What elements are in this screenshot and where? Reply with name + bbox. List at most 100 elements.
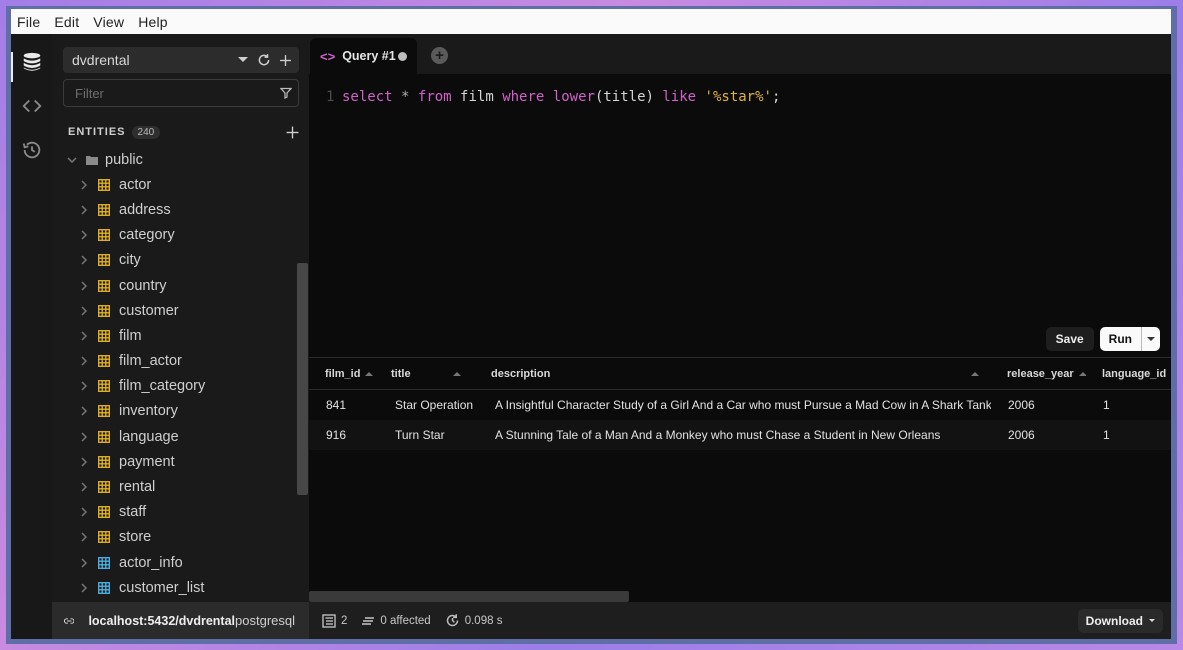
sidebar-scrollbar[interactable] bbox=[297, 263, 308, 495]
cell-film_id[interactable]: 841 bbox=[309, 398, 375, 412]
chevron-right-icon[interactable] bbox=[78, 380, 90, 392]
menu-edit[interactable]: Edit bbox=[54, 14, 79, 30]
table-icon bbox=[98, 304, 110, 317]
run-options-dropdown[interactable] bbox=[1142, 336, 1160, 342]
chevron-right-icon[interactable] bbox=[78, 531, 90, 543]
sort-arrow-icon[interactable] bbox=[365, 371, 374, 376]
chevron-right-icon[interactable] bbox=[78, 506, 90, 518]
chevron-right-icon[interactable] bbox=[78, 431, 90, 443]
table-item-country[interactable]: country bbox=[52, 273, 309, 298]
save-button[interactable]: Save bbox=[1045, 327, 1094, 351]
run-button[interactable]: Run bbox=[1100, 327, 1142, 351]
cell-release_year[interactable]: 2006 bbox=[991, 398, 1086, 412]
sort-arrow-icon[interactable] bbox=[453, 371, 461, 376]
cell-description[interactable]: A Insightful Character Study of a Girl A… bbox=[475, 398, 991, 412]
chevron-right-icon[interactable] bbox=[78, 456, 90, 468]
chevron-right-icon[interactable] bbox=[78, 280, 90, 292]
table-item-category[interactable]: category bbox=[52, 223, 309, 248]
table-name: film_category bbox=[119, 378, 206, 395]
cell-language_id[interactable]: 1 bbox=[1086, 428, 1171, 442]
cell-language_id[interactable]: 1 bbox=[1086, 398, 1171, 412]
chevron-right-icon[interactable] bbox=[78, 582, 90, 594]
column-header-language_id[interactable]: language_id bbox=[1086, 368, 1171, 380]
cell-title[interactable]: Turn Star bbox=[375, 428, 475, 442]
sort-arrow-icon[interactable] bbox=[1078, 371, 1086, 376]
cell-title[interactable]: Star Operation bbox=[375, 398, 475, 412]
cell-film_id[interactable]: 916 bbox=[309, 428, 375, 442]
unsaved-indicator-icon[interactable] bbox=[398, 51, 407, 61]
table-item-payment[interactable]: payment bbox=[52, 449, 309, 474]
database-select[interactable]: dvdrental bbox=[63, 47, 299, 73]
table-name: customer bbox=[119, 302, 179, 319]
column-header-description[interactable]: description bbox=[475, 368, 991, 380]
chevron-right-icon[interactable] bbox=[78, 405, 90, 417]
chevron-right-icon[interactable] bbox=[78, 481, 90, 493]
column-header-release_year[interactable]: release_year bbox=[991, 368, 1086, 380]
table-row[interactable]: 916 Turn Star A Stunning Tale of a Man A… bbox=[309, 420, 1171, 450]
table-item-staff[interactable]: staff bbox=[52, 500, 309, 525]
table-item-inventory[interactable]: inventory bbox=[52, 399, 309, 424]
chevron-right-icon[interactable] bbox=[78, 305, 90, 317]
table-item-customer[interactable]: customer bbox=[52, 298, 309, 323]
tab-title: Query #1 bbox=[342, 49, 396, 63]
table-item-actor[interactable]: actor bbox=[52, 172, 309, 197]
table-item-film_category[interactable]: film_category bbox=[52, 374, 309, 399]
chevron-right-icon[interactable] bbox=[78, 355, 90, 367]
results-horizontal-scrollbar[interactable] bbox=[309, 591, 629, 602]
table-item-rental[interactable]: rental bbox=[52, 474, 309, 499]
table-name: staff bbox=[119, 504, 147, 521]
column-header-title[interactable]: title bbox=[375, 368, 475, 380]
activity-queries[interactable] bbox=[11, 84, 52, 128]
view-icon bbox=[98, 556, 110, 569]
table-item-store[interactable]: store bbox=[52, 525, 309, 550]
sort-arrow-icon[interactable] bbox=[971, 371, 979, 376]
menu-file[interactable]: File bbox=[17, 14, 40, 30]
table-item-film_actor[interactable]: film_actor bbox=[52, 349, 309, 374]
schema-public[interactable]: public bbox=[52, 147, 309, 172]
add-tab-button[interactable]: + bbox=[431, 47, 448, 64]
tab-query-1[interactable]: <> Query #1 bbox=[310, 38, 417, 74]
add-connection-icon[interactable] bbox=[277, 52, 293, 68]
table-icon bbox=[98, 481, 110, 493]
table-item-actor_info[interactable]: actor_info bbox=[52, 550, 309, 575]
entities-count-badge: 240 bbox=[131, 125, 161, 139]
table-name: address bbox=[119, 201, 171, 218]
sql-editor[interactable]: 1 select * from film where lower(title) … bbox=[309, 74, 1171, 357]
chevron-down-icon[interactable] bbox=[235, 52, 251, 68]
table-name: film_actor bbox=[119, 353, 182, 370]
menu-view[interactable]: View bbox=[93, 14, 124, 30]
table-item-city[interactable]: city bbox=[52, 248, 309, 273]
menu-help[interactable]: Help bbox=[138, 14, 168, 30]
run-button-group: Run bbox=[1099, 327, 1160, 351]
chevron-right-icon[interactable] bbox=[78, 557, 90, 569]
table-item-customer_list[interactable]: customer_list bbox=[52, 575, 309, 600]
code-icon: <> bbox=[320, 48, 336, 64]
filter-icon[interactable] bbox=[280, 87, 292, 99]
chevron-right-icon[interactable] bbox=[78, 179, 90, 191]
filter-input[interactable]: Filter bbox=[63, 79, 299, 107]
cell-release_year[interactable]: 2006 bbox=[991, 428, 1086, 442]
code-token: (title) bbox=[594, 89, 663, 105]
table-item-address[interactable]: address bbox=[52, 197, 309, 222]
activity-databases[interactable] bbox=[11, 40, 52, 84]
table-item-language[interactable]: language bbox=[52, 424, 309, 449]
filter-placeholder: Filter bbox=[75, 85, 104, 101]
chevron-right-icon[interactable] bbox=[78, 204, 90, 216]
table-icon bbox=[98, 455, 110, 468]
add-entity-icon[interactable] bbox=[286, 126, 299, 139]
table-name: inventory bbox=[119, 403, 178, 420]
chevron-down-icon[interactable] bbox=[66, 154, 78, 166]
database-icon bbox=[23, 52, 40, 71]
refresh-icon[interactable] bbox=[256, 52, 272, 68]
cell-description[interactable]: A Stunning Tale of a Man And a Monkey wh… bbox=[475, 428, 991, 442]
chevron-right-icon[interactable] bbox=[78, 254, 90, 266]
column-header-film_id[interactable]: film_id bbox=[309, 368, 375, 380]
download-button[interactable]: Download bbox=[1077, 608, 1163, 633]
table-name: category bbox=[119, 227, 175, 244]
table-item-film[interactable]: film bbox=[52, 323, 309, 348]
table-icon bbox=[98, 279, 110, 292]
chevron-right-icon[interactable] bbox=[78, 330, 90, 342]
activity-history[interactable] bbox=[11, 128, 52, 172]
table-row[interactable]: 841 Star Operation A Insightful Characte… bbox=[309, 390, 1171, 420]
chevron-right-icon[interactable] bbox=[78, 229, 90, 241]
